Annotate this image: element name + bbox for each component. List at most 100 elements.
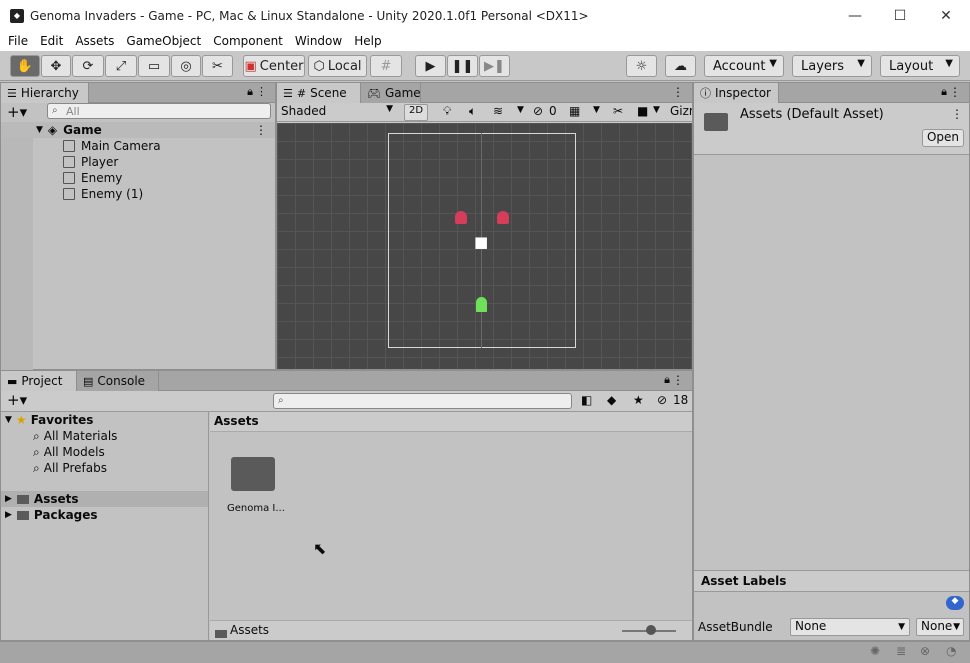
lighting-icon[interactable]: 💡︎ [443, 104, 451, 119]
chevron-down-icon[interactable]: ▼ [593, 105, 600, 115]
tab-console[interactable]: ▤ Console [77, 371, 159, 391]
effects-icon[interactable]: ≋ [493, 104, 503, 118]
tab-project[interactable]: ▬ Project [1, 371, 77, 391]
grid-icon[interactable]: ▦ [569, 104, 580, 118]
chevron-down-icon[interactable]: ▼ [653, 105, 660, 115]
menu-file[interactable]: File [4, 34, 32, 48]
gizmos-dropdown[interactable]: Gizmos [670, 104, 692, 118]
rotate-tool-icon[interactable]: ⟳ [72, 55, 104, 77]
camera-icon[interactable]: ■ [637, 104, 648, 118]
kebab-menu-icon[interactable]: ⋮ [255, 123, 267, 137]
transform-tool-icon[interactable]: ◎ [171, 55, 201, 77]
hierarchy-scene-row[interactable]: ▼ ◈ Game ⋮ [1, 122, 275, 138]
search-icon: ⌕ [33, 444, 40, 459]
player-sprite[interactable] [476, 297, 487, 312]
grid-snap-icon[interactable]: # [370, 55, 402, 77]
tab-game[interactable]: 🎮︎ Game [361, 83, 421, 103]
kebab-menu-icon[interactable]: ⋮ [951, 107, 963, 121]
play-button[interactable]: ▶ [415, 55, 446, 77]
chevron-down-icon[interactable]: ▼ [517, 105, 524, 115]
pivot-local-button[interactable]: ⬡ Local [308, 55, 367, 77]
asset-folder-genoma[interactable]: Genoma I... [223, 453, 287, 517]
gameobject-icon [63, 172, 75, 184]
menu-edit[interactable]: Edit [36, 34, 67, 48]
step-button[interactable]: ▶❚ [479, 55, 510, 77]
lock-icon[interactable]: 🔒︎ [664, 373, 670, 387]
tree-item-label: Assets [33, 492, 79, 506]
scale-tool-icon[interactable]: ⤢ [105, 55, 137, 77]
menu-component[interactable]: Component [209, 34, 287, 48]
tree-item-assets[interactable]: ▶ Assets [1, 491, 208, 507]
favorite-item-materials[interactable]: ⌕ All Materials [33, 428, 117, 444]
tools-icon[interactable]: ✂ [613, 104, 623, 118]
minimize-icon[interactable]: — [832, 0, 878, 31]
hierarchy-item-enemy[interactable]: Enemy [63, 170, 122, 186]
filter-label-icon[interactable]: ◆ [607, 393, 616, 407]
hierarchy-search-input[interactable]: ⌕ All [47, 103, 271, 119]
collab-icon[interactable]: ☼ [626, 55, 657, 77]
scene-viewport[interactable]: ■ [277, 123, 692, 369]
enemy-sprite[interactable] [455, 211, 467, 224]
menu-assets[interactable]: Assets [71, 34, 118, 48]
layout-dropdown[interactable]: Layout ▼ [880, 55, 960, 77]
filter-type-icon[interactable]: ◧ [581, 393, 592, 407]
audio-icon[interactable]: 🔈︎ [469, 104, 476, 119]
lock-icon[interactable]: 🔒︎ [941, 85, 947, 99]
search-icon: ⌕ [33, 428, 40, 443]
favorites-row[interactable]: ▼ ★ Favorites [5, 412, 93, 428]
hierarchy-item-player[interactable]: Player [63, 154, 118, 170]
tab-inspector[interactable]: ⓘ Inspector [694, 83, 779, 103]
hand-tool-icon[interactable]: ✋ [10, 55, 40, 77]
kebab-menu-icon[interactable]: ⋮ [256, 85, 267, 98]
kebab-menu-icon[interactable]: ⋮ [672, 85, 684, 99]
cloud-icon[interactable]: ☁ [665, 55, 696, 77]
2d-toggle[interactable]: 2D [404, 104, 428, 121]
pause-button[interactable]: ❚❚ [447, 55, 478, 77]
add-icon[interactable]: +▾ [7, 103, 27, 121]
shading-dropdown[interactable]: Shaded ▼ [281, 104, 397, 121]
hierarchy-item-enemy-1[interactable]: Enemy (1) [63, 186, 143, 202]
debug-icon[interactable]: ⊗ [920, 644, 930, 658]
asset-name: Genoma I... [227, 503, 285, 514]
camera-gizmo-icon[interactable]: ■ [474, 233, 488, 251]
hierarchy-item-main-camera[interactable]: Main Camera [63, 138, 161, 154]
favorite-item-models[interactable]: ⌕ All Models [33, 444, 105, 460]
progress-icon[interactable]: ◔ [946, 644, 956, 658]
folder-icon [16, 494, 29, 504]
close-icon[interactable]: ✕ [923, 0, 969, 31]
custom-tool-icon[interactable]: ✂ [202, 55, 233, 77]
kebab-menu-icon[interactable]: ⋮ [672, 373, 684, 387]
tab-hierarchy-label: Hierarchy [20, 86, 79, 100]
gameobject-icon [63, 140, 75, 152]
menu-window[interactable]: Window [291, 34, 346, 48]
tree-item-packages[interactable]: ▶ Packages [5, 507, 98, 523]
tab-scene[interactable]: ☰ # Scene [277, 83, 361, 103]
breadcrumb-item[interactable]: Assets [214, 414, 259, 428]
layers-dropdown[interactable]: Layers ▼ [792, 55, 872, 77]
menu-gameobject[interactable]: GameObject [122, 34, 205, 48]
tab-hierarchy[interactable]: ☰ Hierarchy [1, 83, 89, 103]
favorite-item-prefabs[interactable]: ⌕ All Prefabs [33, 460, 107, 476]
open-button[interactable]: Open [922, 129, 964, 147]
assetbundle-dropdown[interactable]: None ▼ [790, 618, 910, 636]
build-icon[interactable]: ✺ [870, 644, 880, 658]
maximize-icon[interactable]: ☐ [877, 0, 923, 31]
variant-dropdown[interactable]: None ▼ [916, 618, 964, 636]
slider-handle[interactable] [646, 625, 656, 635]
tab-game-label: Game [384, 86, 421, 100]
hidden-packages-icon[interactable]: ⊘ [657, 393, 667, 407]
favorite-star-icon[interactable]: ★ [633, 393, 644, 407]
rect-tool-icon[interactable]: ▭ [138, 55, 170, 77]
pivot-center-button[interactable]: ▣ Center [243, 55, 305, 77]
label-tag-icon[interactable]: ◆ [946, 596, 964, 610]
kebab-menu-icon[interactable]: ⋮ [949, 85, 961, 99]
hidden-objects-icon[interactable]: ⊘ [533, 104, 543, 118]
move-tool-icon[interactable]: ✥ [41, 55, 71, 77]
account-dropdown[interactable]: Account ▼ [704, 55, 784, 77]
lock-icon[interactable]: 🔒︎ [247, 85, 253, 99]
menu-help[interactable]: Help [350, 34, 385, 48]
cache-icon[interactable]: ≣ [896, 644, 906, 658]
enemy-sprite[interactable] [497, 211, 509, 224]
add-icon[interactable]: +▾ [7, 391, 27, 409]
project-search-input[interactable]: ⌕ [273, 393, 572, 409]
